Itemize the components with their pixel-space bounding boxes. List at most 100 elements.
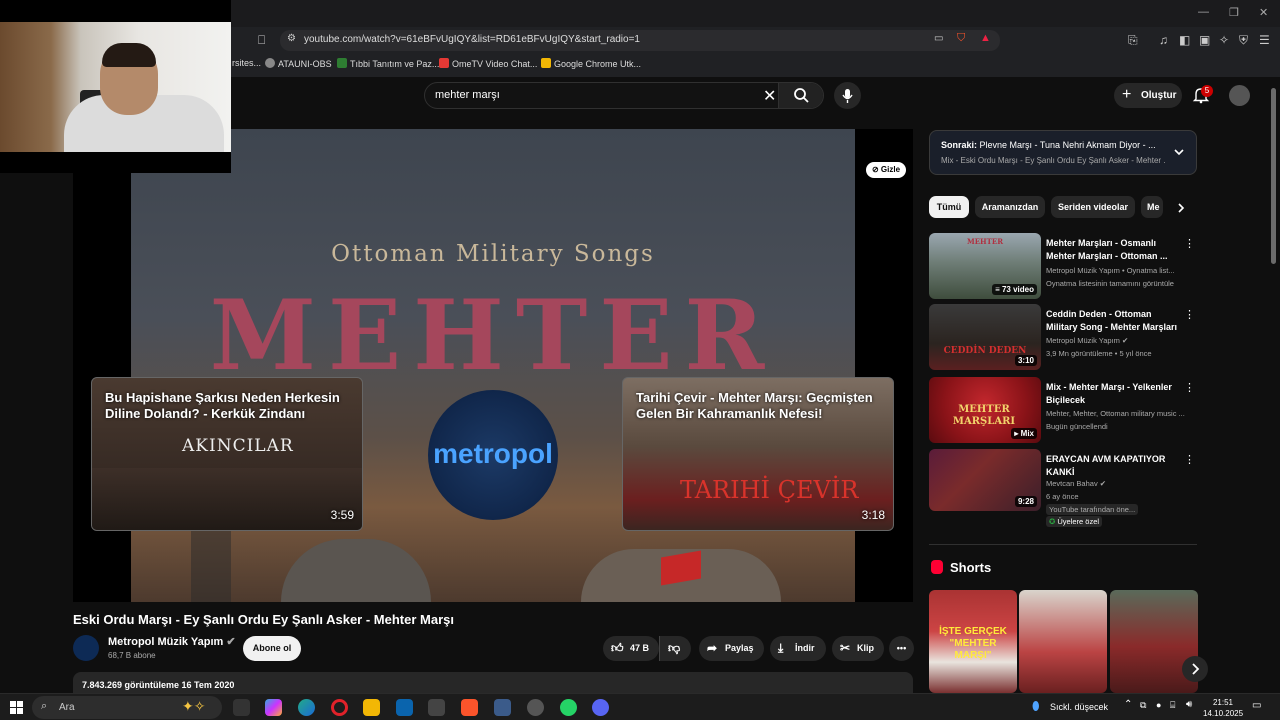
shorts-next-button[interactable] <box>1182 656 1208 682</box>
more-vert-icon[interactable]: ⋮ <box>1184 310 1195 321</box>
chip-from-search[interactable]: Aramanızdan <box>975 196 1045 218</box>
dislike-button[interactable]: 👎︎ <box>659 636 691 661</box>
vpn-icon[interactable]: ⛨ <box>1239 33 1248 48</box>
list-item[interactable]: MEHTER MARŞLARI ▸ Mix Mix - Mehter Marşı… <box>929 377 1197 443</box>
bookmark-item[interactable]: OmeTV Video Chat... <box>439 58 537 69</box>
video-title[interactable]: Ceddin Deden - Ottoman Military Song - M… <box>1046 308 1184 334</box>
scrollbar[interactable] <box>1271 88 1276 264</box>
file-explorer-icon[interactable] <box>363 699 380 716</box>
taskbar-search[interactable]: ⌕ Ara ✦✧ <box>32 696 222 719</box>
list-item[interactable]: 9:28 ERAYCAN AVM KAPATIYOR KANKİ Mevtcan… <box>929 449 1197 529</box>
playlist-link[interactable]: Oynatma listesinin tamamını görüntüle <box>1046 279 1186 288</box>
next-title: Sonraki: Plevne Marşı - Tuna Nehri Akmam… <box>941 140 1166 150</box>
hide-label: Gizle <box>880 165 901 174</box>
video-thumbnail[interactable]: MEHTER MARŞLARI ▸ Mix <box>929 377 1041 443</box>
volume-icon[interactable]: 🔊︎ <box>1186 699 1192 710</box>
video-title[interactable]: Mix - Mehter Marşı - Yelkenler Biçilecek <box>1046 381 1184 407</box>
scissors-icon: ✂ <box>840 641 851 655</box>
chip-series[interactable]: Seriden videolar <box>1051 196 1135 218</box>
video-thumbnail[interactable]: 9:28 <box>929 449 1041 511</box>
avatar[interactable] <box>1229 85 1250 106</box>
video-thumbnail[interactable]: MEHTER ≡ 73 video <box>929 233 1041 299</box>
endcard-video[interactable]: AKINCILAR Bu Hapishane Şarkısı Neden Her… <box>91 377 363 531</box>
chip-all[interactable]: Tümü <box>929 196 969 218</box>
cast-icon[interactable]: ▭ <box>934 33 943 44</box>
short-thumbnail[interactable]: İŞTE GERÇEK "MEHTER MARŞI" <box>929 590 1017 693</box>
screenshot-icon[interactable]: ⎘ <box>1128 33 1138 48</box>
system-clock[interactable]: 21:51 14.10.2025 <box>1203 697 1243 719</box>
weather-text[interactable]: Sıckl. düşecek <box>1050 702 1108 712</box>
bookmark-star-icon[interactable]: ⎕ <box>258 33 265 48</box>
video-title[interactable]: Mehter Marşları - Osmanlı Mehter Marşlar… <box>1046 237 1184 263</box>
channel-logo-endcard[interactable]: metropol <box>428 390 558 520</box>
duration-text: 73 video <box>1001 285 1034 294</box>
video-thumbnail[interactable]: CEDDİN DEDEN 3:10 <box>929 304 1041 370</box>
close-window-icon[interactable]: ✕ <box>1259 6 1268 19</box>
url-text[interactable]: youtube.com/watch?v=61eBFvUgIQY&list=RD6… <box>304 34 640 45</box>
search-box[interactable]: ✕ <box>424 82 824 109</box>
more-actions-button[interactable]: ••• <box>889 636 914 661</box>
subscribe-button[interactable]: Abone ol <box>243 636 301 661</box>
discord-icon[interactable] <box>592 699 609 716</box>
video-player[interactable]: Ottoman Military Songs MEHTER <box>73 129 913 602</box>
clip-label: Klip <box>857 643 874 653</box>
avatar[interactable] <box>73 635 99 661</box>
ai-icon[interactable]: ✧ <box>1219 33 1229 47</box>
short-thumbnail[interactable] <box>1019 590 1107 693</box>
more-vert-icon[interactable]: ⋮ <box>1184 383 1195 394</box>
network-icon[interactable]: ⌸ <box>1170 700 1175 711</box>
like-button[interactable]: 👍︎ 47 B <box>603 636 659 661</box>
more-vert-icon[interactable]: ⋮ <box>1184 455 1195 466</box>
edge-icon[interactable] <box>298 699 315 716</box>
share-button[interactable]: ➦ Paylaş <box>699 636 764 661</box>
bookmark-item[interactable]: rsites... <box>232 58 261 68</box>
video-title[interactable]: ERAYCAN AVM KAPATIYOR KANKİ <box>1046 453 1184 479</box>
bookmark-item[interactable]: Tıbbi Tanıtım ve Paz... <box>337 58 439 69</box>
voice-search-button[interactable] <box>834 82 861 109</box>
media-icon[interactable]: ♫ <box>1159 33 1168 47</box>
outlook-icon[interactable] <box>396 699 413 716</box>
brave-rewards-icon[interactable]: ▲ <box>980 32 991 44</box>
app-icon[interactable] <box>494 699 511 716</box>
app-icon[interactable] <box>527 699 544 716</box>
notification-center-icon[interactable]: ▭ <box>1252 700 1261 711</box>
windows-start-icon[interactable] <box>10 701 23 714</box>
wallet-icon[interactable]: ▣ <box>1199 33 1210 47</box>
bookmark-item[interactable]: ATAUNI-OBS <box>265 58 332 69</box>
task-view-icon[interactable] <box>233 699 250 716</box>
more-vert-icon[interactable]: ⋮ <box>1184 239 1195 250</box>
bookmark-item[interactable]: Google Chrome Utk... <box>541 58 641 69</box>
sidebar-icon[interactable]: ◧ <box>1179 33 1190 47</box>
restore-icon[interactable]: ❐ <box>1229 6 1239 19</box>
search-button[interactable] <box>778 83 823 108</box>
channel-name[interactable]: Metropol Müzik Yapım ✔ <box>108 635 236 648</box>
search-input[interactable] <box>435 89 755 101</box>
opera-icon[interactable] <box>331 699 348 716</box>
chevron-down-icon[interactable] <box>1172 145 1186 159</box>
endcard-video[interactable]: TARIHİ ÇEVİR Tarihi Çevir - Mehter Marşı… <box>622 377 894 531</box>
list-item[interactable]: MEHTER ≡ 73 video Mehter Marşları - Osma… <box>929 233 1197 299</box>
mic-icon[interactable]: ● <box>1156 700 1161 710</box>
tray-icon[interactable]: ⧉ <box>1140 700 1146 711</box>
whatsapp-icon[interactable] <box>560 699 577 716</box>
brave-shield-icon[interactable]: ⛉ <box>957 32 965 45</box>
channel-meta: Mevtcan Bahav ✔ <box>1046 479 1186 488</box>
create-button[interactable]: + Oluştur <box>1114 83 1182 108</box>
brave-icon[interactable] <box>461 699 478 716</box>
download-button[interactable]: ⤓ İndir <box>770 636 826 661</box>
tray-chevron-up-icon[interactable]: ⌃ <box>1124 699 1132 710</box>
close-icon[interactable]: ✕ <box>763 86 776 106</box>
copilot-icon[interactable] <box>265 699 282 716</box>
chevron-right-icon[interactable] <box>1174 201 1188 215</box>
menu-icon[interactable]: ☰ <box>1259 33 1270 47</box>
minimize-icon[interactable]: — <box>1198 6 1209 18</box>
address-bar[interactable]: ⚙ youtube.com/watch?v=61eBFvUgIQY&list=R… <box>280 30 1000 51</box>
playlist-next-box[interactable]: Sonraki: Plevne Marşı - Tuna Nehri Akmam… <box>929 130 1197 175</box>
site-info-icon[interactable]: ⚙ <box>287 33 296 44</box>
list-item[interactable]: CEDDİN DEDEN 3:10 Ceddin Deden - Ottoman… <box>929 304 1197 370</box>
store-icon[interactable] <box>428 699 445 716</box>
hide-cards-button[interactable]: ⊘ Gizle <box>866 162 906 178</box>
duration-text: Mix <box>1020 429 1034 438</box>
chip-more[interactable]: Me <box>1141 196 1163 218</box>
clip-button[interactable]: ✂ Klip <box>832 636 884 661</box>
